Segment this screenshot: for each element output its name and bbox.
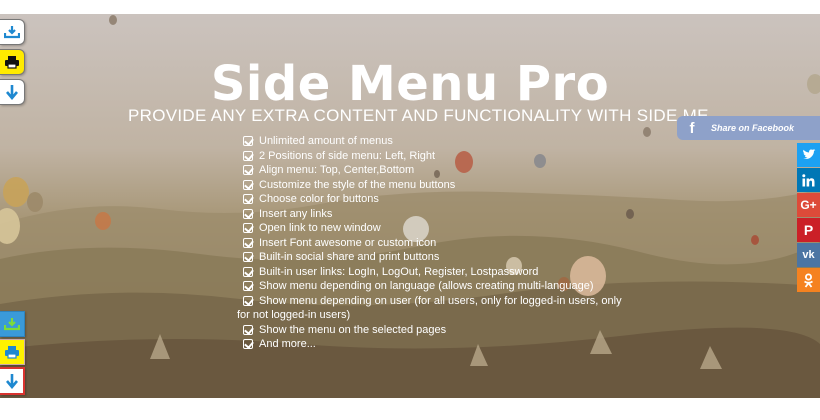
feature-item: Open link to new window [240, 221, 620, 236]
checkbox-icon [243, 223, 253, 233]
download-tray-icon [4, 318, 20, 331]
feature-list: Unlimited amount of menus 2 Positions of… [237, 134, 622, 352]
vk-share-button[interactable]: vk [797, 243, 820, 267]
feature-text: Built-in social share and print buttons [259, 251, 440, 263]
side-menu-arrow-button-bottom[interactable] [0, 367, 25, 395]
feature-item: Insert any links [240, 207, 620, 222]
feature-text: Show menu depending on user (for all use… [259, 294, 622, 307]
google-plus-icon: G+ [800, 198, 817, 212]
page-subtitle: PROVIDE ANY EXTRA CONTENT AND FUNCTIONAL… [128, 107, 708, 124]
feature-text: Show menu depending on language (allows … [259, 280, 594, 292]
page-title: Side Menu Pro [210, 56, 610, 112]
checkbox-icon [243, 150, 253, 161]
facebook-icon: f [689, 119, 695, 137]
side-menu-print-button[interactable] [0, 49, 25, 75]
feature-text: Open link to new window [259, 222, 381, 234]
checkbox-icon [243, 208, 253, 219]
checkbox-icon [243, 252, 253, 262]
checkbox-icon [243, 165, 253, 175]
vk-icon: vk [802, 249, 815, 261]
feature-item: Unlimited amount of menus [240, 134, 620, 149]
feature-text: And more... [259, 338, 316, 350]
feature-item: 2 Positions of side menu: Left, Right [240, 149, 620, 164]
download-arrow-icon [5, 374, 18, 389]
side-menu-print-button-bottom[interactable] [0, 339, 25, 365]
checkbox-icon [243, 179, 253, 190]
twitter-icon [802, 149, 815, 159]
checkbox-icon [243, 324, 253, 335]
share-on-facebook-label: Share on Facebook [711, 123, 795, 133]
side-menu-download-button-bottom[interactable] [0, 311, 25, 337]
feature-text: Unlimited amount of menus [259, 135, 393, 147]
checkbox-icon [243, 339, 253, 349]
printer-icon [5, 346, 19, 359]
side-menu-arrow-button[interactable] [0, 79, 25, 105]
feature-item: Show menu depending on language (allows … [240, 279, 620, 294]
checkbox-icon [243, 237, 253, 248]
printer-icon [5, 56, 19, 69]
bottom-whitespace [0, 398, 820, 420]
feature-item-continuation: for not logged-in users) [237, 308, 620, 323]
checkbox-icon [243, 136, 253, 146]
pinterest-icon: P [803, 222, 814, 238]
feature-text: Customize the style of the menu buttons [259, 178, 456, 191]
checkbox-icon [243, 194, 253, 204]
feature-item: Insert Font awesome or custom icon [240, 236, 620, 251]
top-whitespace [0, 0, 820, 14]
download-tray-icon [4, 26, 20, 39]
feature-text: Insert any links [259, 207, 333, 220]
google-plus-share-button[interactable]: G+ [797, 193, 820, 217]
twitter-share-button[interactable] [797, 143, 820, 167]
feature-text: Insert Font awesome or custom icon [259, 236, 437, 249]
feature-item: Show the menu on the selected pages [240, 323, 620, 338]
download-arrow-icon [6, 85, 18, 100]
feature-item: Choose color for buttons [240, 192, 620, 207]
side-menu-download-button[interactable] [0, 19, 25, 45]
share-on-facebook-button[interactable]: f Share on Facebook [677, 116, 820, 140]
feature-text: 2 Positions of side menu: Left, Right [259, 149, 436, 162]
odnoklassniki-share-button[interactable] [797, 268, 820, 292]
linkedin-share-button[interactable] [797, 168, 820, 192]
feature-text: Choose color for buttons [259, 193, 379, 205]
odnoklassniki-icon [804, 273, 813, 288]
feature-text: Align menu: Top, Center,Bottom [259, 164, 415, 176]
checkbox-icon [243, 266, 253, 277]
pinterest-share-button[interactable]: P [797, 218, 820, 242]
feature-item: Show menu depending on user (for all use… [240, 294, 622, 309]
feature-text: Show the menu on the selected pages [259, 323, 447, 336]
hero-banner: Side Menu Pro PROVIDE ANY EXTRA CONTENT … [0, 14, 820, 398]
feature-text: Built-in user links: LogIn, LogOut, Regi… [259, 265, 539, 278]
feature-item: Align menu: Top, Center,Bottom [240, 163, 620, 178]
feature-item: Built-in social share and print buttons [240, 250, 620, 265]
linkedin-icon [802, 173, 815, 186]
feature-item: Customize the style of the menu buttons [240, 178, 620, 193]
feature-text: for not logged-in users) [237, 309, 351, 321]
checkbox-icon [243, 295, 253, 306]
feature-item: And more... [240, 337, 620, 352]
checkbox-icon [243, 281, 253, 291]
feature-item: Built-in user links: LogIn, LogOut, Regi… [240, 265, 620, 280]
